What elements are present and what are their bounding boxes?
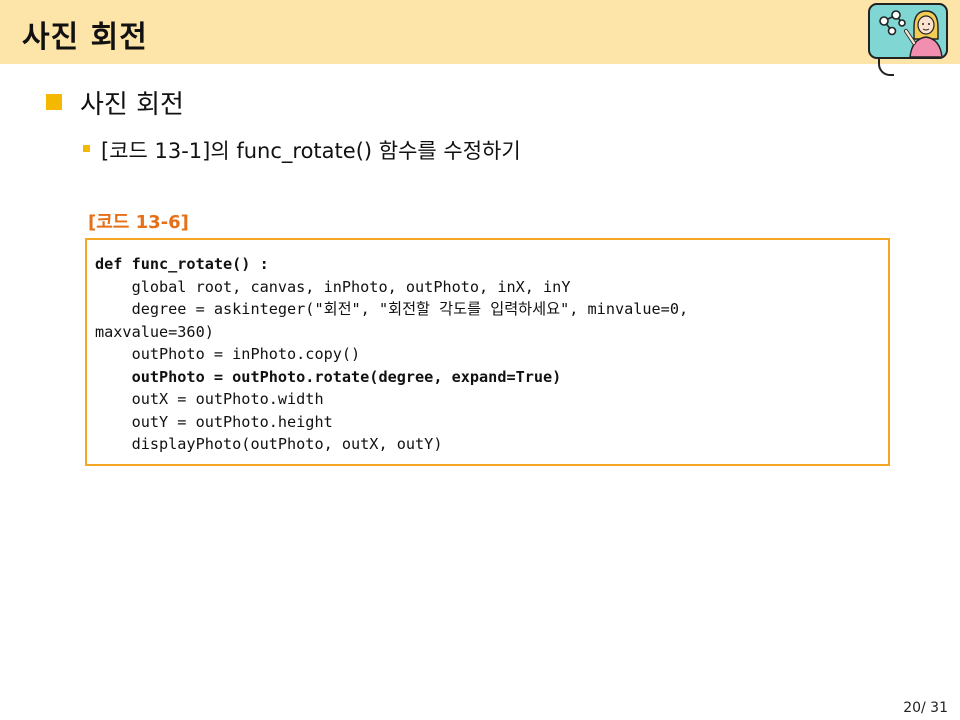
page-number: 20/ 31 — [903, 700, 948, 716]
code-line: outPhoto = inPhoto.copy() — [95, 345, 361, 363]
code-line: degree = askinteger("회전", "회전할 각도를 입력하세요… — [95, 300, 689, 318]
code-block: def func_rotate() : global root, canvas,… — [85, 238, 890, 466]
code-line: def func_rotate() : — [95, 255, 269, 273]
code-line: outY = outPhoto.height — [95, 412, 333, 431]
code-line: global root, canvas, inPhoto, outPhoto, … — [95, 277, 571, 296]
code-line: displayPhoto(outPhoto, outX, outY) — [95, 435, 443, 453]
speech-tail — [878, 58, 894, 76]
code-line: maxvalue=360) — [95, 322, 214, 341]
code-line: outX = outPhoto.width — [95, 390, 324, 408]
section-heading: 사진 회전 — [80, 90, 184, 120]
code-line-highlighted: outPhoto = outPhoto.rotate(degree, expan… — [95, 367, 562, 386]
presenter-illustration-icon — [868, 3, 948, 59]
page-title: 사진 회전 — [22, 20, 148, 55]
subpoint-bullet — [83, 145, 90, 152]
code-caption: [코드 13-6] — [88, 212, 189, 233]
subpoint-text: [코드 13-1]의 func_rotate() 함수를 수정하기 — [101, 139, 521, 163]
section-bullet — [46, 94, 62, 110]
